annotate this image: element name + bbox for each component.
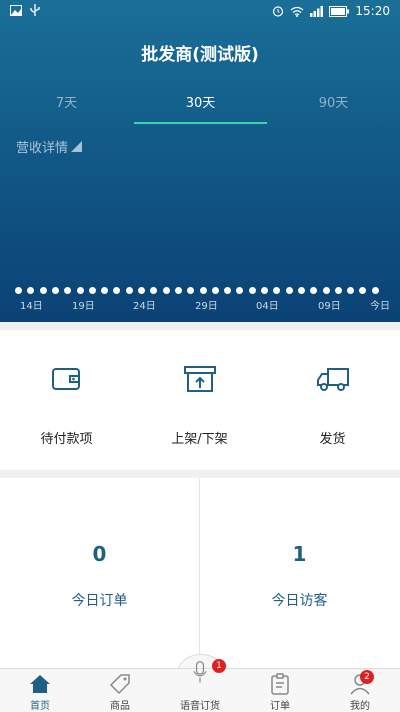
revenue-details-link[interactable]: 营收详情 bbox=[16, 137, 83, 156]
timeline-dot bbox=[248, 287, 256, 294]
battery-icon bbox=[329, 5, 350, 17]
timeline-dot bbox=[347, 287, 355, 294]
timeline-dot bbox=[187, 287, 195, 294]
nav-orders[interactable]: 订单 bbox=[240, 669, 320, 712]
timeline-dot bbox=[211, 287, 219, 294]
page-title: 批发商(测试版) bbox=[141, 45, 259, 65]
signal-icon bbox=[310, 5, 324, 17]
timeline-dot bbox=[39, 287, 47, 294]
timeline-dot bbox=[162, 287, 170, 294]
timeline-label: 14日 bbox=[20, 301, 43, 312]
timeline-dot bbox=[322, 287, 330, 294]
timeline-label: 24日 bbox=[133, 301, 156, 312]
today-visitors-count: 1 bbox=[292, 542, 307, 566]
active-tab-indicator bbox=[134, 122, 267, 124]
dashboard-header: 15:20 批发商(测试版) 7天 30天 90天 营收详情 14日 19日 2… bbox=[0, 0, 400, 322]
timeline-dot bbox=[359, 287, 367, 294]
truck-icon bbox=[316, 368, 349, 391]
tab-7-days[interactable]: 7天 bbox=[0, 92, 133, 111]
timeline-dot bbox=[297, 287, 305, 294]
usb-icon bbox=[30, 4, 40, 16]
timeline-dot bbox=[88, 287, 96, 294]
timeline-label: 19日 bbox=[72, 301, 95, 312]
timeline-label: 04日 bbox=[256, 301, 279, 312]
nav-label: 语音订货 bbox=[180, 701, 220, 712]
timeline-dots bbox=[15, 287, 385, 295]
timeline-dot bbox=[310, 287, 318, 294]
tab-30-days[interactable]: 30天 bbox=[134, 92, 267, 111]
status-time: 15:20 bbox=[355, 4, 390, 18]
timeline-dot bbox=[113, 287, 121, 294]
nav-label: 首页 bbox=[30, 701, 50, 712]
nav-home[interactable]: 首页 bbox=[0, 669, 80, 712]
timeline-dot bbox=[64, 287, 72, 294]
microphone-icon bbox=[193, 661, 207, 683]
timeline-dot bbox=[101, 287, 109, 294]
quick-actions: 待付款项 上架/下架 发货 bbox=[0, 330, 400, 470]
today-orders-label: 今日订单 bbox=[71, 593, 128, 609]
date-timeline: 14日 19日 24日 29日 04日 09日 今日 bbox=[0, 282, 400, 312]
timeline-label: 09日 bbox=[318, 301, 341, 312]
nav-label: 商品 bbox=[110, 701, 130, 712]
tag-icon bbox=[109, 674, 130, 695]
timeline-dot bbox=[125, 287, 133, 294]
action-label: 上架/下架 bbox=[171, 432, 228, 447]
tab-label: 30天 bbox=[185, 96, 216, 111]
timeline-dot bbox=[261, 287, 268, 294]
period-tabs: 7天 30天 90天 bbox=[0, 92, 400, 126]
nav-profile[interactable]: 2 我的 bbox=[320, 669, 400, 712]
box-upload-icon bbox=[183, 366, 216, 392]
timeline-dot bbox=[199, 287, 207, 294]
today-orders-card[interactable]: 0 今日订单 bbox=[0, 478, 199, 668]
timeline-dot bbox=[273, 287, 281, 294]
tab-90-days[interactable]: 90天 bbox=[267, 92, 400, 111]
profile-badge: 2 bbox=[360, 670, 374, 684]
clipboard-icon bbox=[271, 673, 289, 695]
action-label: 待付款项 bbox=[40, 432, 93, 447]
revenue-details-label: 营收详情 bbox=[16, 141, 69, 156]
timeline-dot bbox=[334, 287, 342, 294]
nav-voice-order[interactable]: 1 语音订货 bbox=[160, 659, 240, 712]
timeline-dot bbox=[138, 287, 145, 294]
alarm-icon bbox=[273, 6, 284, 17]
timeline-dot bbox=[51, 287, 59, 294]
nav-label: 我的 bbox=[350, 701, 370, 712]
today-visitors-label: 今日访客 bbox=[271, 593, 328, 609]
image-notification-icon bbox=[10, 5, 22, 16]
status-bar: 15:20 bbox=[0, 0, 400, 24]
wallet-icon bbox=[51, 368, 80, 390]
timeline-label: 29日 bbox=[195, 301, 218, 312]
tab-label: 90天 bbox=[318, 96, 349, 111]
timeline-dot bbox=[174, 287, 182, 294]
today-stats: 0 今日订单 1 今日访客 bbox=[0, 478, 400, 668]
timeline-dot bbox=[27, 287, 35, 294]
today-visitors-card[interactable]: 1 今日访客 bbox=[200, 478, 399, 668]
timeline-label: 今日 bbox=[370, 301, 390, 312]
ship-button[interactable]: 发货 bbox=[266, 330, 399, 470]
pending-payments-button[interactable]: 待付款项 bbox=[0, 330, 133, 470]
nav-products[interactable]: 商品 bbox=[80, 669, 160, 712]
tab-label: 7天 bbox=[55, 96, 78, 111]
timeline-dot bbox=[285, 287, 293, 294]
shelve-toggle-button[interactable]: 上架/下架 bbox=[133, 330, 266, 470]
timeline-dot bbox=[15, 287, 22, 294]
voice-order-badge: 1 bbox=[212, 659, 226, 673]
today-orders-count: 0 bbox=[92, 542, 107, 566]
nav-label: 订单 bbox=[270, 701, 290, 712]
bottom-navigation: 首页 商品 1 语音订货 订单 2 我的 bbox=[0, 659, 400, 712]
timeline-dot bbox=[76, 287, 84, 294]
wifi-icon bbox=[290, 6, 304, 17]
timeline-dot bbox=[150, 287, 158, 294]
action-label: 发货 bbox=[319, 432, 346, 447]
timeline-dot bbox=[224, 287, 232, 294]
corner-triangle-icon bbox=[71, 141, 83, 152]
timeline-dot bbox=[371, 287, 379, 294]
timeline-dot bbox=[236, 287, 244, 294]
home-icon bbox=[30, 675, 50, 693]
